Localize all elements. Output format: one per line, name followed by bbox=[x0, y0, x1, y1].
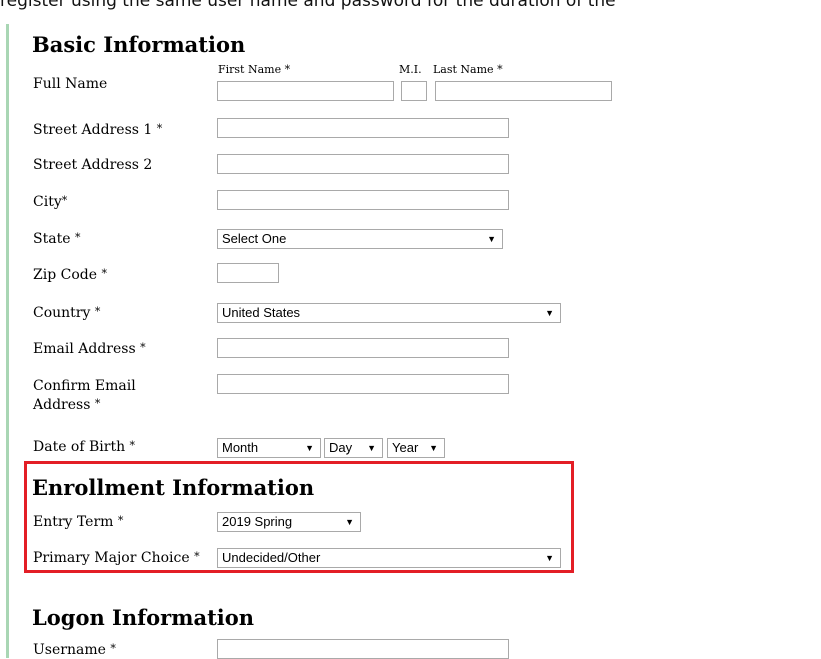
street-address-1-input[interactable] bbox=[217, 118, 509, 138]
section-title-enrollment: Enrollment Information bbox=[32, 475, 315, 500]
label-last-name: Last Name * bbox=[433, 63, 503, 76]
chevron-down-icon: ▼ bbox=[345, 517, 354, 527]
state-select-value: Select One bbox=[222, 231, 287, 246]
label-entry-term: Entry Term * bbox=[33, 514, 124, 530]
chevron-down-icon: ▼ bbox=[545, 308, 554, 318]
caption-text: register using the same user name and pa… bbox=[0, 0, 616, 11]
middle-initial-input[interactable] bbox=[401, 81, 427, 101]
street-address-2-input[interactable] bbox=[217, 154, 509, 174]
label-major: Primary Major Choice * bbox=[33, 550, 200, 566]
state-select[interactable]: Select One ▼ bbox=[217, 229, 503, 249]
zip-code-input[interactable] bbox=[217, 263, 279, 283]
dob-day-select[interactable]: Day ▼ bbox=[324, 438, 383, 458]
dob-month-select[interactable]: Month ▼ bbox=[217, 438, 321, 458]
section-title-logon: Logon Information bbox=[32, 605, 255, 630]
country-select-value: United States bbox=[222, 305, 301, 320]
city-input[interactable] bbox=[217, 190, 509, 210]
confirm-email-input[interactable] bbox=[217, 374, 509, 394]
chevron-down-icon: ▼ bbox=[545, 553, 554, 563]
left-accent-bar bbox=[6, 24, 9, 658]
chevron-down-icon: ▼ bbox=[305, 443, 314, 453]
label-state: State * bbox=[33, 231, 81, 247]
label-full-name: Full Name bbox=[33, 76, 108, 92]
label-first-name: First Name * bbox=[218, 63, 291, 76]
label-street-2: Street Address 2 bbox=[33, 157, 153, 173]
major-select-value: Undecided/Other bbox=[222, 550, 321, 565]
country-select[interactable]: United States ▼ bbox=[217, 303, 561, 323]
dob-month-value: Month bbox=[222, 440, 259, 455]
label-zip: Zip Code * bbox=[33, 267, 107, 283]
first-name-input[interactable] bbox=[217, 81, 394, 101]
label-dob: Date of Birth * bbox=[33, 439, 136, 455]
label-street-1: Street Address 1 * bbox=[33, 122, 163, 138]
email-input[interactable] bbox=[217, 338, 509, 358]
chevron-down-icon: ▼ bbox=[487, 234, 496, 244]
label-username: Username * bbox=[33, 642, 116, 658]
label-city: City* bbox=[33, 194, 68, 210]
dob-year-value: Year bbox=[392, 440, 419, 455]
major-select[interactable]: Undecided/Other ▼ bbox=[217, 548, 561, 568]
entry-term-value: 2019 Spring bbox=[222, 514, 293, 529]
last-name-input[interactable] bbox=[435, 81, 612, 101]
chevron-down-icon: ▼ bbox=[367, 443, 376, 453]
entry-term-select[interactable]: 2019 Spring ▼ bbox=[217, 512, 361, 532]
section-title-basic: Basic Information bbox=[32, 32, 246, 57]
dob-year-select[interactable]: Year ▼ bbox=[387, 438, 445, 458]
dob-day-value: Day bbox=[329, 440, 353, 455]
label-email: Email Address * bbox=[33, 341, 146, 357]
label-mi: M.I. bbox=[399, 63, 422, 76]
chevron-down-icon: ▼ bbox=[429, 443, 438, 453]
username-input[interactable] bbox=[217, 639, 509, 659]
label-confirm-email: Confirm Email Address * bbox=[33, 378, 136, 413]
label-country: Country * bbox=[33, 305, 101, 321]
